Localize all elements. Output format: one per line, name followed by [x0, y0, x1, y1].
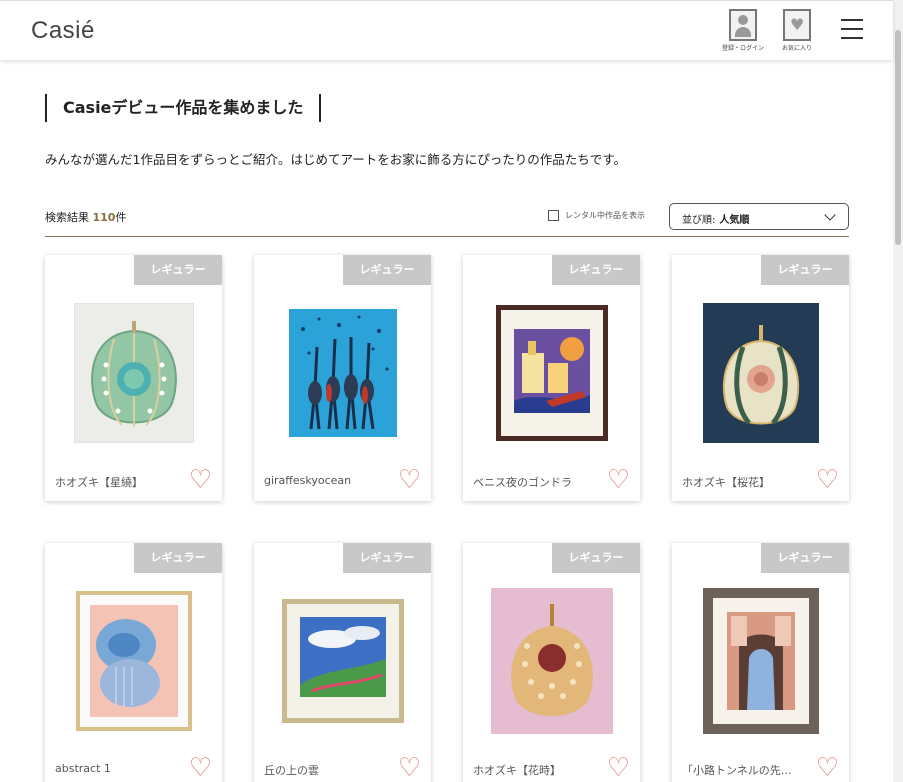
login-label: 登録・ログイン [721, 45, 764, 52]
favorite-heart-icon[interactable]: ♡ [816, 467, 839, 493]
artwork-image[interactable] [463, 285, 640, 460]
chevron-down-icon [824, 209, 836, 221]
artwork-card[interactable]: レギュラー ベニス夜のゴンドラ ♡ [463, 255, 640, 501]
user-icon [729, 9, 757, 41]
artwork-title[interactable]: ベニス夜のゴンドラ [473, 474, 603, 490]
artwork-title[interactable]: 「小路トンネルの先… [682, 762, 812, 778]
artwork-image[interactable] [45, 285, 222, 460]
artwork-image[interactable] [672, 285, 849, 460]
artwork-image[interactable] [672, 573, 849, 748]
login-button[interactable]: 登録・ログイン [718, 9, 768, 52]
artwork-card[interactable]: レギュラー 「小路トンネルの先… ♡ [672, 543, 849, 782]
favorites-button[interactable]: ♥ お気に入り [772, 9, 822, 52]
favorite-heart-icon[interactable]: ♡ [607, 467, 630, 493]
favorite-heart-icon[interactable]: ♡ [189, 467, 212, 493]
plan-badge: レギュラー [761, 255, 849, 285]
rental-filter[interactable]: レンタル中作品を表示 [548, 210, 645, 221]
favorite-heart-icon[interactable]: ♡ [816, 755, 839, 781]
favorite-heart-icon[interactable]: ♡ [398, 467, 421, 493]
plan-badge: レギュラー [343, 543, 431, 573]
artwork-image[interactable] [254, 573, 431, 748]
favorites-label: お気に入り [781, 45, 812, 52]
artwork-card[interactable]: レギュラー abstract 1 ♡ [45, 543, 222, 782]
artwork-image[interactable] [254, 285, 431, 460]
artwork-title[interactable]: 丘の上の雲 [264, 762, 394, 778]
artwork-card[interactable]: レギュラー 丘の上の雲 ♡ [254, 543, 431, 782]
sort-select[interactable]: 並び順: 人気順 [669, 203, 849, 230]
plan-badge: レギュラー [134, 543, 222, 573]
plan-badge: レギュラー [761, 543, 849, 573]
site-header: Casié 登録・ログイン ♥ お気に入り [0, 0, 893, 60]
sort-label: 並び順: [682, 215, 716, 226]
result-count: 検索結果 110件 [45, 209, 126, 225]
divider [45, 236, 849, 237]
result-number: 110 [92, 211, 116, 224]
page-lead: みんなが選んだ1作品目をずらっとご紹介。はじめてアートをお家に飾る方にぴったりの… [45, 152, 626, 167]
result-unit: 件 [115, 211, 127, 224]
artwork-title[interactable]: giraffeskyocean [264, 474, 394, 487]
result-label: 検索結果 [45, 211, 89, 224]
hamburger-menu-icon[interactable] [841, 19, 863, 39]
plan-badge: レギュラー [552, 543, 640, 573]
artwork-title[interactable]: abstract 1 [55, 762, 185, 775]
rental-label: レンタル中作品を表示 [565, 211, 645, 220]
favorite-heart-icon[interactable]: ♡ [189, 755, 212, 781]
favorite-heart-icon[interactable]: ♡ [398, 755, 421, 781]
plan-badge: レギュラー [552, 255, 640, 285]
rental-checkbox[interactable] [548, 210, 559, 221]
artwork-image[interactable] [45, 573, 222, 748]
artwork-image[interactable] [463, 573, 640, 748]
sort-value: 人気順 [719, 215, 750, 226]
artwork-card[interactable]: レギュラー ホオズキ【星繞】 ♡ [45, 255, 222, 501]
artwork-card[interactable]: レギュラー ホオズキ【桜花】 ♡ [672, 255, 849, 501]
scrollbar-thumb[interactable] [895, 30, 901, 245]
plan-badge: レギュラー [134, 255, 222, 285]
page-title: Casieデビュー作品を集めました [45, 94, 322, 122]
favorite-heart-icon[interactable]: ♡ [607, 755, 630, 781]
plan-badge: レギュラー [343, 255, 431, 285]
artwork-title[interactable]: ホオズキ【花時】 [473, 762, 603, 778]
artwork-title[interactable]: ホオズキ【桜花】 [682, 474, 812, 490]
artwork-title[interactable]: ホオズキ【星繞】 [55, 474, 185, 490]
artwork-card[interactable]: レギュラー giraffeskyocean ♡ [254, 255, 431, 501]
casie-logo[interactable]: Casié [31, 17, 95, 45]
artwork-card[interactable]: レギュラー ホオズキ【花時】 ♡ [463, 543, 640, 782]
heart-icon: ♥ [783, 9, 811, 41]
